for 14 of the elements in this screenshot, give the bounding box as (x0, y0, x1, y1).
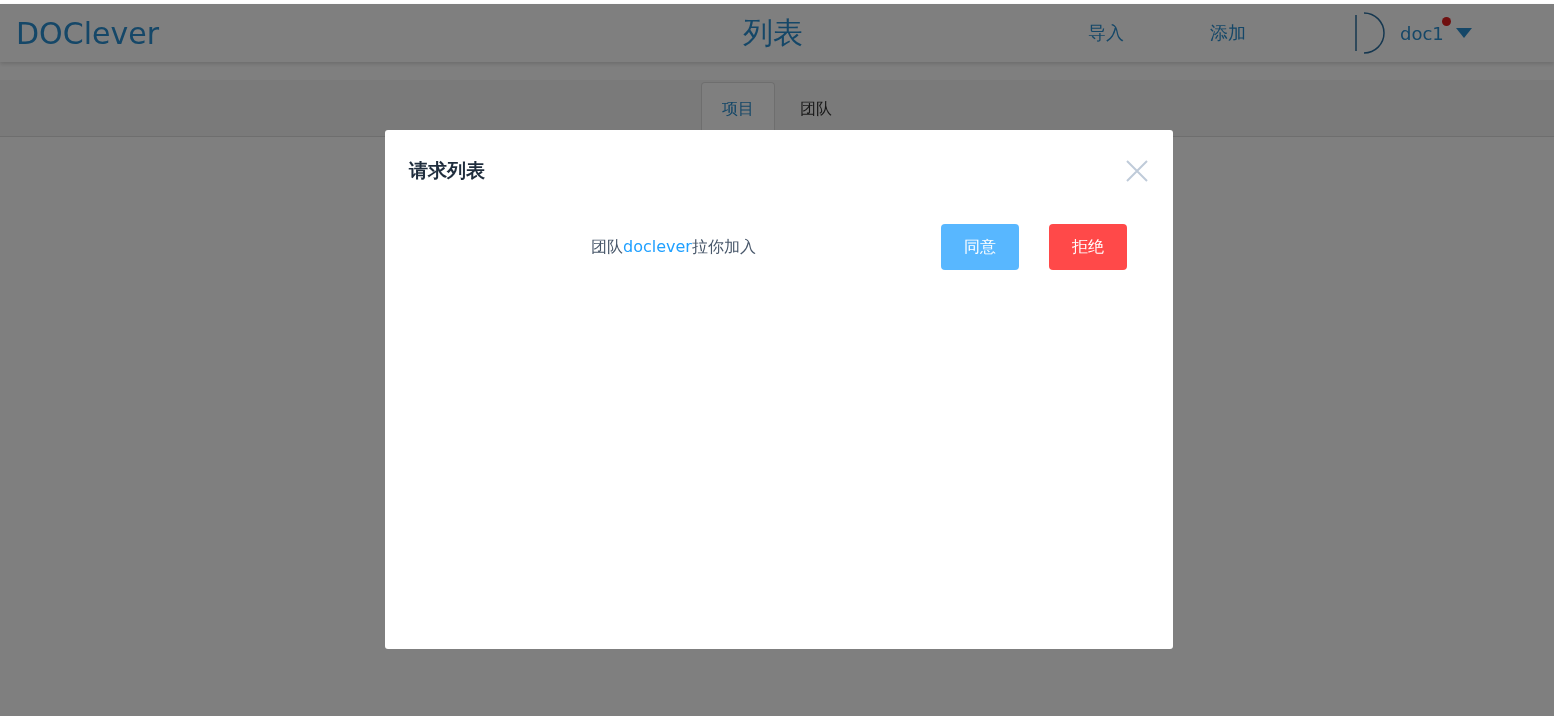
accept-button[interactable]: 同意 (941, 224, 1019, 270)
user-name[interactable]: doc1 (1400, 22, 1444, 44)
close-button[interactable] (1125, 159, 1149, 183)
reject-button[interactable]: 拒绝 (1049, 224, 1127, 270)
page-title: 列表 (743, 13, 804, 52)
caret-icon[interactable] (1455, 28, 1472, 38)
app-logo: DOClever (16, 15, 160, 51)
close-icon (1125, 159, 1149, 183)
tab[interactable]: 团队 (779, 82, 853, 136)
dialog-title: 请求列表 (409, 158, 485, 183)
header-link[interactable]: 添加 (1210, 21, 1332, 45)
team-name[interactable]: doclever (623, 236, 692, 256)
invite-message: 团队doclever拉你加入 (591, 236, 757, 258)
header-link[interactable]: 导入 (1088, 21, 1210, 45)
